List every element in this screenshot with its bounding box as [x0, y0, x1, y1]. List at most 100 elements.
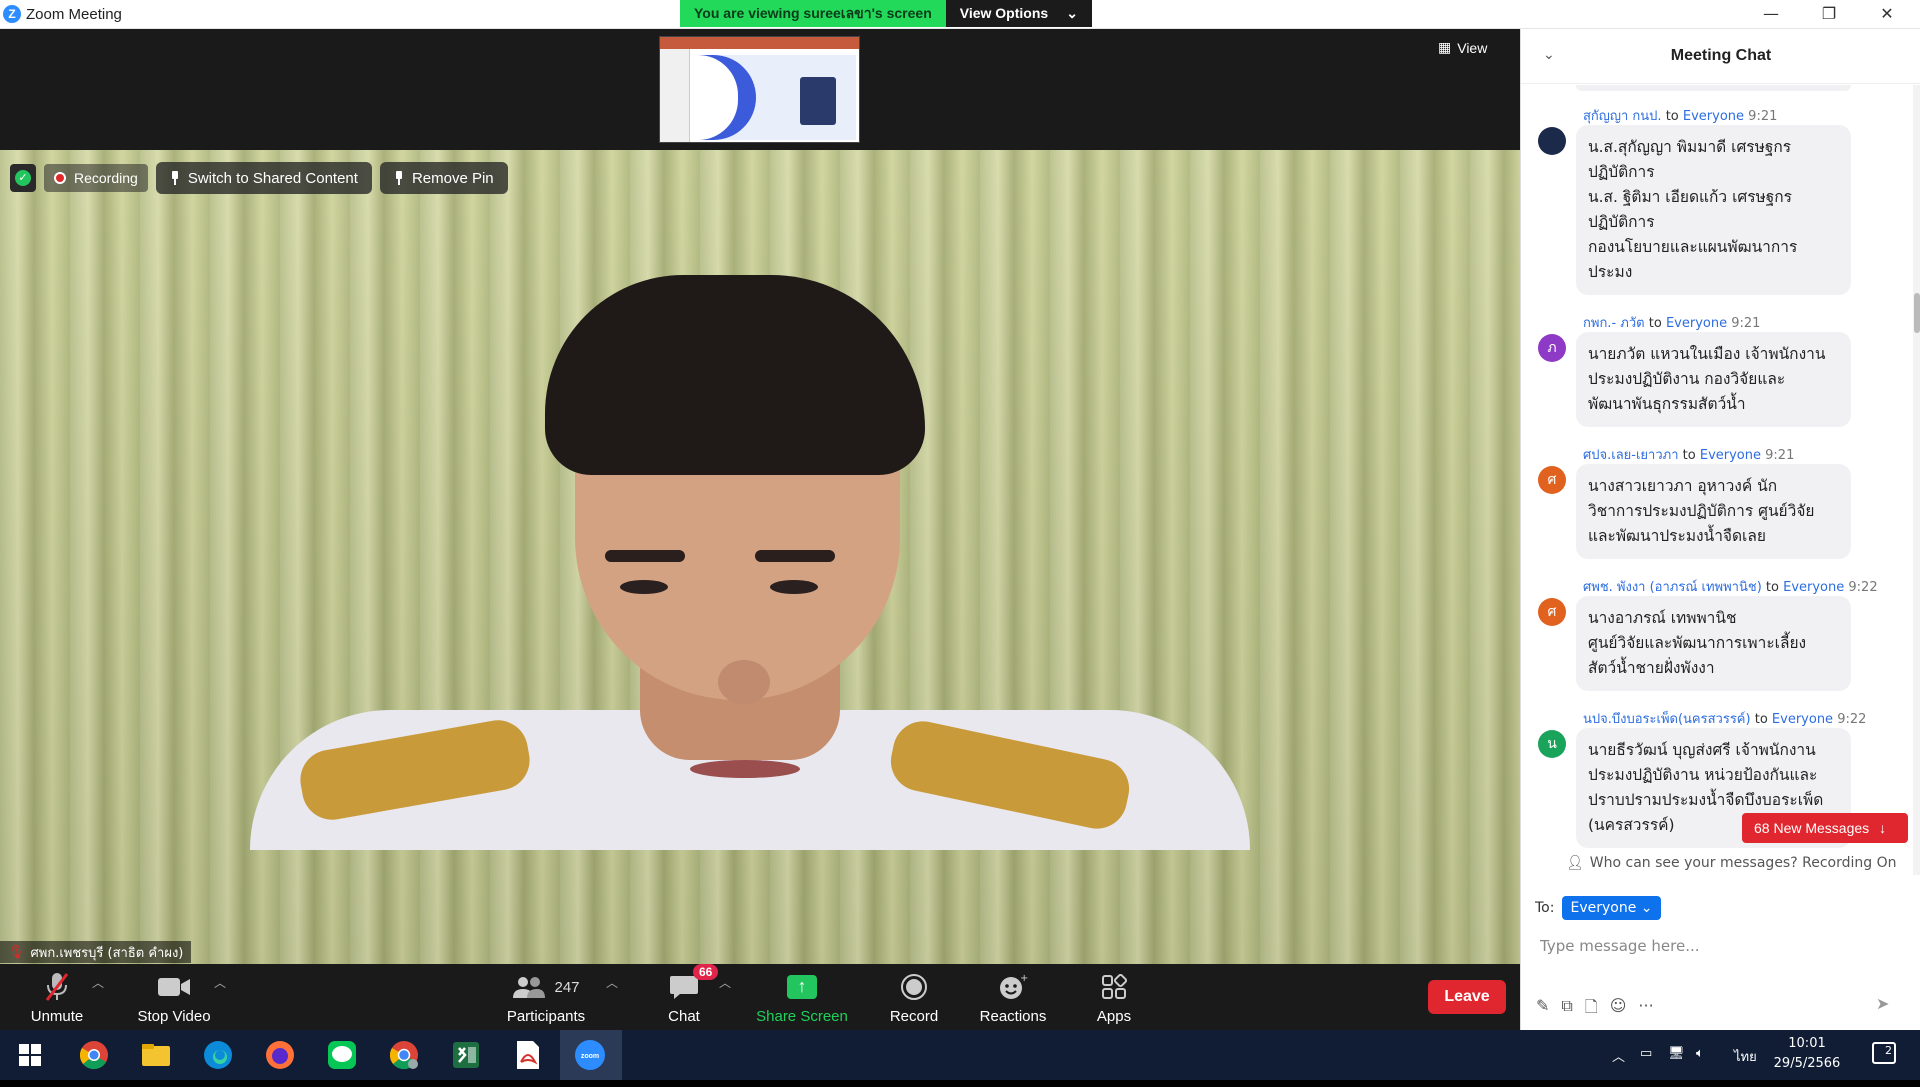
slide-device-graphic [800, 77, 836, 125]
new-messages-button[interactable]: 68 New Messages ↓ [1742, 813, 1908, 843]
message-line: ประมงปฏิบัติงาน หน่วยป้องกันและ [1588, 766, 1818, 784]
restore-icon[interactable]: ❐ [1800, 0, 1858, 29]
share-banner: You are viewing sureeเลขา's screen View … [680, 0, 1092, 27]
excel-icon[interactable] [446, 1035, 486, 1075]
stop-video-label: Stop Video [137, 1008, 211, 1025]
chat-message-input[interactable] [1540, 934, 1880, 958]
shared-content-thumbnail[interactable] [659, 36, 860, 143]
pin-icon [394, 171, 404, 185]
nose [718, 660, 770, 704]
audio-options-caret-icon[interactable]: ︿ [92, 974, 104, 991]
chat-scroll-thumb[interactable] [1914, 293, 1920, 333]
leave-button[interactable]: Leave [1428, 980, 1506, 1014]
send-icon[interactable]: ➤ [1876, 994, 1889, 1013]
remove-pin-button[interactable]: Remove Pin [379, 162, 508, 194]
previous-message-bubble [1576, 85, 1851, 91]
message-sender[interactable]: ศพช. พังงา (อาภรณ์ เทพพานิช) [1583, 580, 1762, 595]
chat-caret-icon[interactable]: ︿ [719, 974, 731, 991]
message-line: ศูนย์วิจัยและพัฒนาการเพาะเลี้ยง [1588, 634, 1807, 652]
to-label: To: [1535, 900, 1555, 916]
avatar[interactable]: ศ [1538, 598, 1566, 626]
firefox-icon[interactable] [260, 1035, 300, 1075]
share-screen-button[interactable]: ↑ Share Screen [747, 970, 857, 1025]
chat-input-toolbar: ✎ ⧉ 🗋︎ ☺ ··· [1536, 996, 1654, 1023]
participants-icon: 247 [491, 970, 601, 1004]
message-meta: ศพช. พังงา (อาภรณ์ เทพพานิช) to Everyone… [1583, 576, 1878, 597]
zoom-icon[interactable]: zoom [570, 1035, 610, 1075]
system-clock[interactable]: 10:01 29/5/2566 [1772, 1034, 1842, 1074]
message-line: น.ส. ฐิติมา เอียดแก้ว เศรษฐกร [1588, 188, 1793, 206]
who-can-see-messages[interactable]: 👤︎ Who can see your messages? Recording … [1566, 855, 1896, 871]
view-button[interactable]: ▦ View [1438, 39, 1487, 56]
message-sender[interactable]: นปจ.บึงบอระเพ็ด(นครสวรรค์) [1583, 712, 1751, 727]
message-bubble: น.ส.สุกัญญา พิมมาดี เศรษฐกร ปฏิบัติการ น… [1576, 125, 1851, 295]
message-line: สัตว์น้ำชายฝั่งพังงา [1588, 659, 1715, 677]
reactions-button[interactable]: + Reactions [958, 970, 1068, 1025]
message-line: นายภวัต แหวนในเมือง เจ้าพนักงาน [1588, 345, 1826, 363]
apps-button[interactable]: Apps [1059, 970, 1169, 1025]
message-recipient: Everyone [1682, 109, 1745, 124]
recording-dot-icon [54, 172, 66, 184]
screenshot-icon[interactable]: ⧉ [1561, 996, 1572, 1023]
acrobat-icon[interactable] [508, 1035, 548, 1075]
encryption-shield-icon[interactable]: ✓ [10, 164, 36, 192]
avatar[interactable]: ศ [1538, 466, 1566, 494]
edge-icon[interactable] [198, 1035, 238, 1075]
message-sender[interactable]: ศปจ.เลย-เยาวภา [1583, 448, 1679, 463]
meeting-toolbar: Unmute ︿ Stop Video ︿ 247 Participants ︿… [0, 964, 1520, 1030]
line-icon[interactable] [322, 1035, 362, 1075]
stop-video-button[interactable]: Stop Video [119, 970, 229, 1025]
message-recipient: Everyone [1665, 316, 1728, 331]
message-line: ประมง [1588, 263, 1633, 281]
recipient-dropdown[interactable]: Everyone ⌄ [1562, 896, 1661, 920]
message-line: และพัฒนาประมงน้ำจืดเลย [1588, 527, 1766, 545]
recording-indicator[interactable]: Recording [44, 164, 148, 192]
participants-caret-icon[interactable]: ︿ [606, 974, 618, 991]
notification-center-icon[interactable]: 2 [1872, 1042, 1896, 1064]
volume-icon[interactable]: 🔈︎ [1696, 1046, 1704, 1061]
message-meta: กพก.- ภวัต to Everyone 9:21 [1583, 312, 1760, 333]
view-options-button[interactable]: View Options ⌄ [945, 0, 1092, 27]
chrome-profile-icon[interactable] [384, 1035, 424, 1075]
message-sender[interactable]: สุกัญญา กนป. [1583, 109, 1662, 124]
file-icon[interactable]: 🗋︎ [1585, 996, 1598, 1023]
battery-icon[interactable]: ▭ [1640, 1046, 1652, 1061]
recipient-row: To: Everyone ⌄ [1535, 896, 1661, 920]
emoji-icon[interactable]: ☺ [1610, 996, 1627, 1023]
reactions-label: Reactions [979, 1008, 1047, 1025]
chrome-icon[interactable] [74, 1035, 114, 1075]
close-icon[interactable]: ✕ [1858, 0, 1916, 29]
chat-label: Chat [668, 1008, 700, 1025]
participants-button[interactable]: 247 Participants [491, 970, 601, 1025]
avatar[interactable]: ภ [1538, 334, 1566, 362]
powerpoint-ribbon [660, 37, 859, 49]
more-icon[interactable]: ··· [1638, 996, 1653, 1023]
share-screen-icon: ↑ [787, 975, 817, 999]
video-options-caret-icon[interactable]: ︿ [214, 974, 226, 991]
view-label: View [1457, 39, 1488, 56]
avatar[interactable] [1538, 127, 1566, 155]
message-meta: นปจ.บึงบอระเพ็ด(นครสวรรค์) to Everyone 9… [1583, 708, 1866, 729]
chat-scrollbar[interactable] [1913, 85, 1920, 875]
zoom-window: Z Zoom Meeting — ❐ ✕ You are viewing sur… [0, 0, 1920, 1080]
recording-label: Recording [74, 170, 138, 186]
switch-to-shared-content-button[interactable]: Switch to Shared Content [155, 162, 372, 194]
new-messages-label: 68 New Messages [1754, 820, 1870, 836]
pin-icon [170, 171, 180, 185]
slide-list [660, 49, 690, 142]
chat-message-list[interactable]: สุกัญญา กนป. to Everyone 9:21 น.ส.สุกัญญ… [1521, 85, 1913, 875]
message-time: 9:21 [1765, 448, 1795, 463]
input-language[interactable]: ไทย [1734, 1046, 1757, 1067]
network-icon[interactable]: 🖥︎ [1668, 1046, 1685, 1061]
avatar[interactable]: น [1538, 730, 1566, 758]
show-hidden-icons-icon[interactable]: ︿ [1612, 1046, 1625, 1065]
format-text-icon[interactable]: ✎ [1536, 996, 1549, 1023]
minimize-icon[interactable]: — [1742, 0, 1800, 29]
message-sender[interactable]: กพก.- ภวัต [1583, 316, 1645, 331]
file-explorer-icon[interactable] [136, 1035, 176, 1075]
right-eye [770, 580, 818, 594]
message-recipient: Everyone [1699, 448, 1761, 463]
record-button[interactable]: Record [859, 970, 969, 1025]
svg-text:+: + [1020, 973, 1028, 984]
windows-start-icon[interactable] [10, 1035, 50, 1075]
